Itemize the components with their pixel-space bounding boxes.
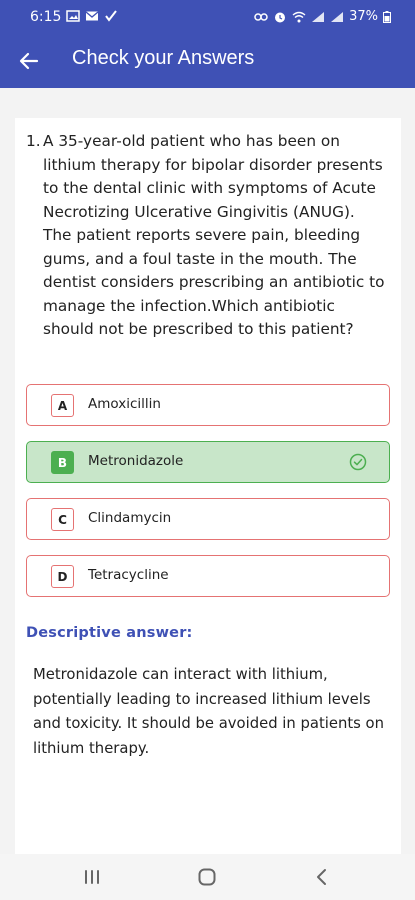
option-label: Clindamycin — [88, 510, 172, 526]
system-icons: 37% — [254, 9, 391, 24]
notification-icons — [66, 10, 118, 22]
option-a[interactable]: A Amoxicillin — [26, 384, 390, 426]
status-time: 6:15 — [30, 9, 62, 25]
home-icon[interactable] — [195, 867, 219, 887]
battery-level: 37% — [349, 9, 378, 24]
status-bar: 6:15 37% — [0, 0, 415, 34]
check-circle-icon — [349, 453, 367, 471]
back-button[interactable] — [14, 46, 44, 76]
battery-icon — [383, 10, 391, 23]
option-label: Metronidazole — [88, 453, 184, 469]
system-nav-bar — [0, 854, 415, 900]
question-block: 1. A 35-year-old patient who has been on… — [26, 130, 386, 342]
arrow-left-icon — [19, 52, 39, 70]
option-b[interactable]: B Metronidazole — [26, 441, 390, 483]
option-letter: C — [51, 508, 74, 531]
option-label: Amoxicillin — [88, 396, 161, 412]
app-bar: Check your Answers — [0, 34, 415, 88]
option-d[interactable]: D Tetracycline — [26, 555, 390, 597]
alarm-icon — [275, 12, 286, 22]
option-letter: D — [51, 565, 74, 588]
link-icon — [254, 12, 268, 21]
wifi-icon — [292, 11, 306, 22]
option-letter: B — [51, 451, 74, 474]
check-mark-icon — [105, 10, 117, 22]
mail-icon — [85, 11, 99, 21]
signal-icon — [312, 11, 325, 22]
descriptive-answer-text: Metronidazole can interact with lithium,… — [33, 666, 384, 757]
back-chevron-icon[interactable] — [310, 867, 334, 887]
question-text: A 35-year-old patient who has been on li… — [43, 132, 385, 338]
option-letter: A — [51, 394, 74, 417]
image-icon — [66, 10, 80, 22]
option-c[interactable]: C Clindamycin — [26, 498, 390, 540]
page-title: Check your Answers — [72, 47, 255, 69]
option-label: Tetracycline — [88, 567, 169, 583]
recents-icon[interactable] — [80, 867, 104, 887]
signal-icon-2 — [331, 11, 344, 22]
question-number: 1. — [26, 132, 41, 150]
descriptive-answer-title: Descriptive answer: — [26, 625, 193, 641]
top-bar: 6:15 37% Check your Answers — [0, 0, 415, 88]
